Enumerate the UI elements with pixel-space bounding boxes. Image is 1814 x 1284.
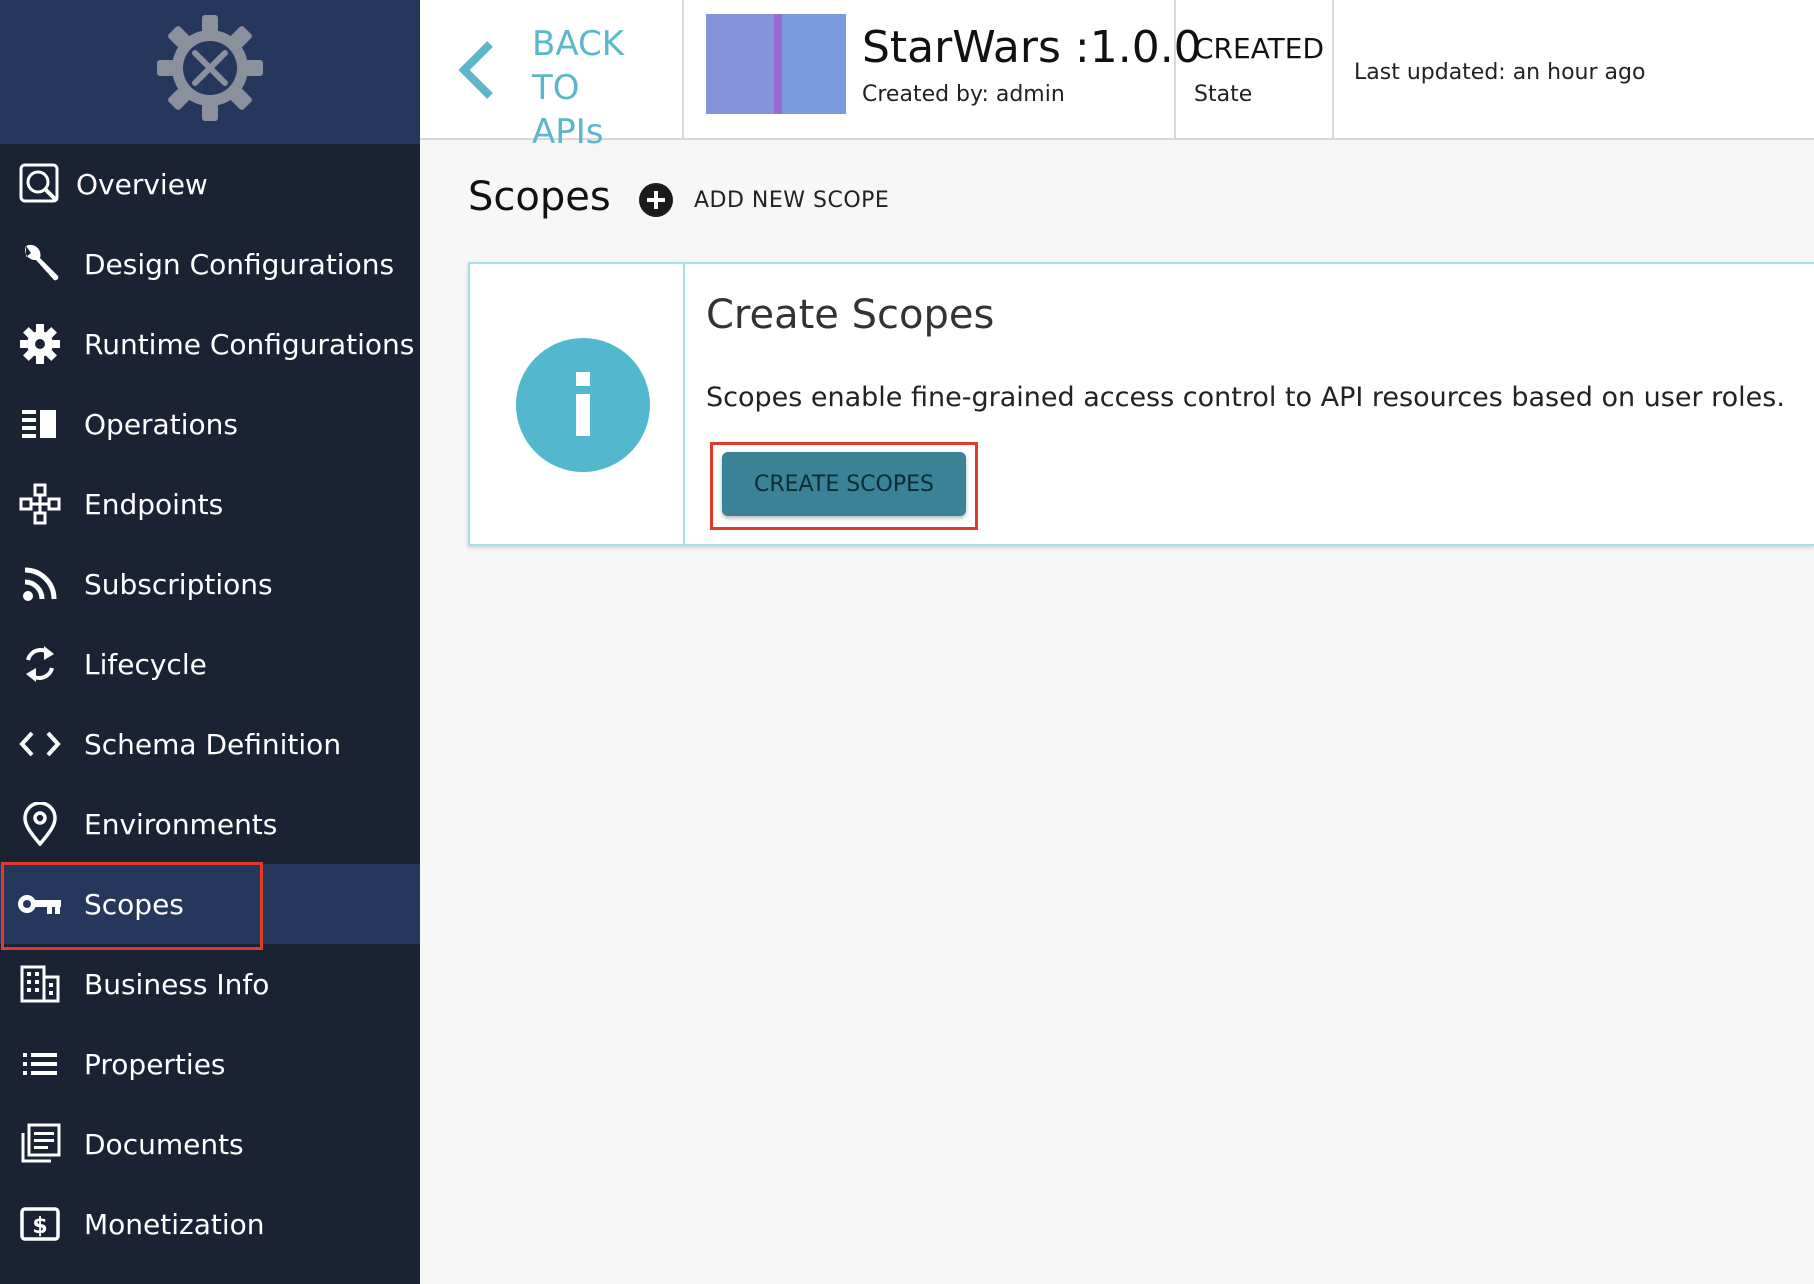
refresh-icon [16,640,64,688]
create-scopes-button[interactable]: CREATE SCOPES [722,452,966,516]
sidebar-item-scopes[interactable]: Scopes [0,864,420,944]
card-title: Create Scopes [706,292,995,338]
gear-tools-icon [157,15,263,121]
sidebar-item-label: Scopes [84,887,184,921]
sidebar-item-label: Documents [84,1127,244,1161]
api-header: BACK TO APIs StarWars :1.0.0 Created by:… [420,0,1814,152]
state-value: CREATED [1194,32,1325,65]
sidebar-item-subscriptions[interactable]: Subscriptions [0,544,420,624]
sidebar-item-properties[interactable]: Properties [0,1024,420,1104]
sidebar-item-label: Lifecycle [84,647,207,681]
api-name: StarWars :1.0.0 [862,22,1202,73]
sidebar-item-schema-definition[interactable]: Schema Definition [0,704,420,784]
sidebar-item-lifecycle[interactable]: Lifecycle [0,624,420,704]
page-title: Scopes [468,174,611,220]
rss-icon [16,560,64,608]
sidebar-item-environments[interactable]: Environments [0,784,420,864]
chevron-left-icon [458,41,493,99]
sidebar-item-label: Overview [76,167,208,201]
sidebar-item-operations[interactable]: Operations [0,384,420,464]
sidebar-item-label: Schema Definition [84,727,342,761]
back-to-apis-label: BACK TO APIs [532,22,682,154]
sidebar-item-label: Business Info [84,967,270,1001]
card-description: Scopes enable fine-grained access contro… [706,382,1785,413]
code-icon [16,720,64,768]
last-updated: Last updated: an hour ago [1354,60,1646,85]
back-to-apis-link[interactable]: BACK TO APIs [420,0,684,152]
api-thumbnail [706,14,846,114]
sidebar-item-label: Monetization [84,1207,265,1241]
sidebar-item-monetization[interactable]: $ Monetization [0,1184,420,1264]
sidebar-item-overview[interactable]: Overview [0,144,420,224]
overview-icon [16,160,64,208]
key-icon [16,880,64,928]
add-new-scope-button[interactable]: ADD NEW SCOPE [638,182,889,218]
api-created-by: Created by: admin [862,82,1065,107]
documents-icon [16,1120,64,1168]
location-pin-icon [16,800,64,848]
list-icon [16,1040,64,1088]
building-icon [16,960,64,1008]
back-line-2: APIs [532,112,604,152]
endpoints-icon [16,480,64,528]
gear-icon [16,320,64,368]
sidebar-item-label: Endpoints [84,487,224,521]
sidebar-item-label: Operations [84,407,238,441]
sidebar-item-business-info[interactable]: Business Info [0,944,420,1024]
create-scopes-card: Create Scopes Scopes enable fine-grained… [468,262,1814,546]
api-state: CREATED State [1174,0,1334,138]
sidebar-item-label: Runtime Configurations [84,327,415,361]
sidebar-item-label: Subscriptions [84,567,273,601]
sidebar-item-runtime-configurations[interactable]: Runtime Configurations [0,304,420,384]
sidebar-item-label: Environments [84,807,278,841]
info-icon [516,338,650,472]
sidebar-item-design-configurations[interactable]: Design Configurations [0,224,420,304]
sidebar-item-label: Properties [84,1047,226,1081]
add-circle-icon [639,183,673,217]
svg-text:$: $ [32,1214,47,1239]
add-new-scope-label: ADD NEW SCOPE [694,187,890,213]
card-icon-panel [470,264,685,544]
sidebar-item-label: Design Configurations [84,247,395,281]
sidebar-item-endpoints[interactable]: Endpoints [0,464,420,544]
app-logo[interactable] [0,0,420,144]
sidebar: Overview Design Configurations Runtime C… [0,0,420,1284]
state-label: State [1194,82,1253,107]
back-line-1: BACK TO [532,24,625,108]
sidebar-item-documents[interactable]: Documents [0,1104,420,1184]
wrench-icon [16,240,64,288]
dollar-icon: $ [16,1200,64,1248]
operations-icon [16,400,64,448]
